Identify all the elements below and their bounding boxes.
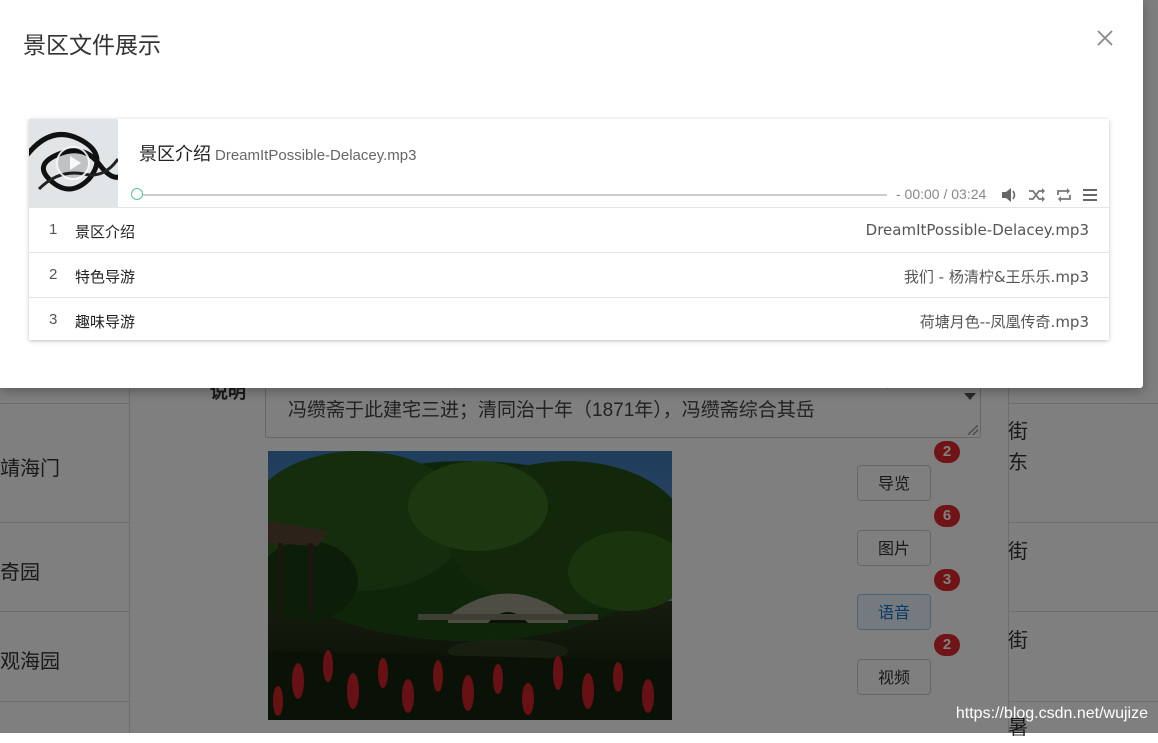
progress-bar[interactable] <box>135 194 887 196</box>
playlist: 1 景区介绍 DreamItPossible-Delacey.mp3 2 特色导… <box>29 207 1109 342</box>
progress-handle[interactable] <box>131 188 143 200</box>
now-playing-artist: DreamItPossible-Delacey.mp3 <box>215 147 417 164</box>
track-number: 1 <box>49 221 58 238</box>
close-icon[interactable] <box>1093 26 1117 50</box>
volume-icon[interactable] <box>1001 187 1019 203</box>
track-title: 特色导游 <box>75 268 136 286</box>
track-title: 趣味导游 <box>75 313 136 331</box>
modal-title: 景区文件展示 <box>23 33 161 59</box>
playlist-item[interactable]: 3 趣味导游 荷塘月色--凤凰传奇.mp3 <box>29 297 1109 342</box>
playlist-item[interactable]: 1 景区介绍 DreamItPossible-Delacey.mp3 <box>29 207 1109 252</box>
track-artist: DreamItPossible-Delacey.mp3 <box>865 221 1089 239</box>
file-display-modal: 景区文件展示 景区介绍 DreamItPossible-Delacey.mp3 -… <box>0 0 1143 388</box>
watermark: https://blog.csdn.net/wujize <box>955 705 1148 722</box>
track-title: 景区介绍 <box>75 223 136 241</box>
track-artist: 荷塘月色--凤凰传奇.mp3 <box>919 313 1089 331</box>
repeat-icon[interactable] <box>1055 187 1073 203</box>
track-number: 3 <box>49 311 58 328</box>
playlist-item[interactable]: 2 特色导游 我们 - 杨清柠&王乐乐.mp3 <box>29 252 1109 297</box>
track-number: 2 <box>49 266 58 283</box>
track-artist: 我们 - 杨清柠&王乐乐.mp3 <box>903 268 1089 286</box>
shuffle-icon[interactable] <box>1028 187 1046 203</box>
album-cover <box>29 119 118 207</box>
time-display: - 00:00 / 03:24 <box>896 186 987 202</box>
menu-icon[interactable] <box>1081 187 1099 203</box>
play-icon[interactable] <box>56 146 90 180</box>
audio-player: 景区介绍 DreamItPossible-Delacey.mp3 - 00:00 … <box>29 119 1109 340</box>
now-playing: 景区介绍 DreamItPossible-Delacey.mp3 <box>139 140 416 166</box>
now-playing-title: 景区介绍 <box>139 144 211 165</box>
